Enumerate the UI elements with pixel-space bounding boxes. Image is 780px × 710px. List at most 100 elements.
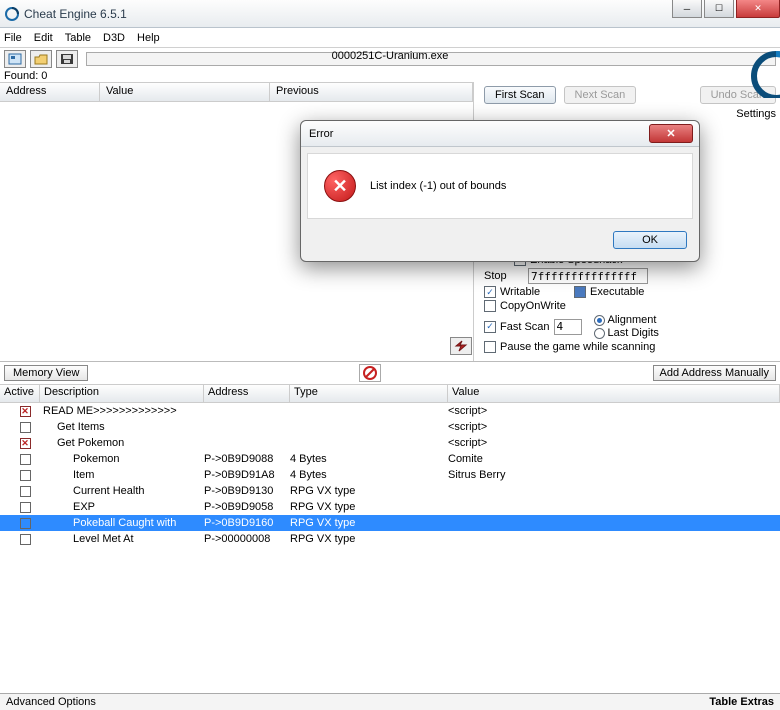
active-checkbox-x[interactable]: ✕ — [20, 406, 31, 417]
executable-label: Executable — [590, 286, 644, 298]
table-extras[interactable]: Table Extras — [709, 696, 774, 708]
row-type: 4 Bytes — [290, 469, 448, 481]
app-icon — [4, 6, 20, 22]
menu-table[interactable]: Table — [65, 32, 91, 44]
table-row[interactable]: ✕ Get Pokemon <script> — [0, 435, 780, 451]
window-title: Cheat Engine 6.5.1 — [24, 7, 776, 21]
table-row[interactable]: EXP P->0B9D9058RPG VX type — [0, 499, 780, 515]
maximize-button[interactable]: ☐ — [704, 0, 734, 18]
hdr-type[interactable]: Type — [290, 385, 448, 402]
menu-file[interactable]: File — [4, 32, 22, 44]
next-scan-button[interactable]: Next Scan — [564, 86, 637, 104]
error-icon: ✕ — [324, 170, 356, 202]
cow-label: CopyOnWrite — [500, 300, 566, 312]
row-address: P->0B9D91A8 — [204, 469, 290, 481]
add-address-button[interactable]: Add Address Manually — [653, 365, 776, 381]
active-checkbox-x[interactable]: ✕ — [20, 438, 31, 449]
alignment-radio[interactable] — [594, 315, 605, 326]
row-description: Item — [73, 469, 94, 481]
first-scan-button[interactable]: First Scan — [484, 86, 556, 104]
table-row[interactable]: Get Items <script> — [0, 419, 780, 435]
dialog-close-button[interactable]: ✕ — [649, 124, 693, 143]
status-footer: Advanced Options Table Extras — [0, 693, 780, 710]
row-description: Level Met At — [73, 533, 134, 545]
fastscan-checkbox[interactable]: ✓ — [484, 321, 496, 333]
stop-label: Stop — [484, 270, 524, 282]
executable-checkbox[interactable] — [574, 286, 586, 298]
row-value: Comite — [448, 453, 780, 465]
menu-edit[interactable]: Edit — [34, 32, 53, 44]
error-dialog: Error ✕ ✕ List index (-1) out of bounds … — [300, 120, 700, 262]
menu-d3d[interactable]: D3D — [103, 32, 125, 44]
active-checkbox[interactable] — [20, 422, 31, 433]
window-buttons: ─ ☐ ✕ — [672, 0, 780, 18]
table-row[interactable]: ✕READ ME>>>>>>>>>>>>><script> — [0, 403, 780, 419]
active-checkbox[interactable] — [20, 486, 31, 497]
active-checkbox[interactable] — [20, 518, 31, 529]
col-previous[interactable]: Previous — [270, 83, 473, 101]
process-bar — [86, 52, 776, 66]
row-description: EXP — [73, 501, 95, 513]
row-type: 4 Bytes — [290, 453, 448, 465]
row-type: RPG VX type — [290, 517, 448, 529]
toolbar — [0, 48, 780, 70]
menu-help[interactable]: Help — [137, 32, 160, 44]
row-description: Get Items — [57, 421, 105, 433]
row-address: P->0B9D9160 — [204, 517, 290, 529]
table-row[interactable]: Level Met At P->00000008RPG VX type — [0, 531, 780, 547]
active-checkbox[interactable] — [20, 534, 31, 545]
cow-checkbox[interactable] — [484, 300, 496, 312]
advanced-options[interactable]: Advanced Options — [6, 696, 96, 708]
settings-link[interactable]: Settings — [484, 108, 776, 120]
writable-checkbox[interactable]: ✓ — [484, 286, 496, 298]
row-description: Current Health — [73, 485, 145, 497]
col-address[interactable]: Address — [0, 83, 100, 101]
memory-view-button[interactable]: Memory View — [4, 365, 88, 381]
row-type: RPG VX type — [290, 533, 448, 545]
row-type: RPG VX type — [290, 501, 448, 513]
row-value: <script> — [448, 437, 780, 449]
menu-bar: File Edit Table D3D Help — [0, 28, 780, 48]
hdr-desc[interactable]: Description — [40, 385, 204, 402]
undo-scan-button[interactable]: Undo Scan — [700, 86, 776, 104]
hdr-addr[interactable]: Address — [204, 385, 290, 402]
table-row[interactable]: PokemonP->0B9D90884 BytesComite — [0, 451, 780, 467]
close-button[interactable]: ✕ — [736, 0, 780, 18]
table-row[interactable]: Current Health P->0B9D9130RPG VX type — [0, 483, 780, 499]
open-process-button[interactable] — [4, 50, 26, 68]
lastdigits-radio[interactable] — [594, 328, 605, 339]
table-row[interactable]: Pokeball Caught withP->0B9D9160RPG VX ty… — [0, 515, 780, 531]
stop-input[interactable] — [528, 268, 648, 284]
mid-footer: Memory View Add Address Manually — [0, 362, 780, 385]
pause-checkbox[interactable] — [484, 341, 496, 353]
results-columns: Address Value Previous — [0, 82, 473, 102]
speedhack-icon-button[interactable] — [450, 337, 472, 355]
cheat-list[interactable]: ✕READ ME>>>>>>>>>>>>><script> Get Items <s… — [0, 403, 780, 623]
hdr-active[interactable]: Active — [0, 385, 40, 402]
active-checkbox[interactable] — [20, 454, 31, 465]
active-checkbox[interactable] — [20, 502, 31, 513]
writable-label: Writable — [500, 286, 570, 298]
clear-list-button[interactable] — [359, 364, 381, 382]
cheat-list-header: Active Description Address Type Value — [0, 385, 780, 403]
dialog-titlebar[interactable]: Error ✕ — [301, 121, 699, 147]
row-address: P->0B9D9058 — [204, 501, 290, 513]
title-bar: Cheat Engine 6.5.1 — [0, 0, 780, 28]
minimize-button[interactable]: ─ — [672, 0, 702, 18]
row-value: <script> — [448, 421, 780, 433]
open-file-button[interactable] — [30, 50, 52, 68]
row-address: P->00000008 — [204, 533, 290, 545]
found-label: Found: 0 — [0, 70, 780, 82]
save-button[interactable] — [56, 50, 78, 68]
row-address: P->0B9D9130 — [204, 485, 290, 497]
active-checkbox[interactable] — [20, 470, 31, 481]
col-value[interactable]: Value — [100, 83, 270, 101]
row-value: <script> — [448, 405, 780, 417]
fastscan-input[interactable] — [554, 319, 582, 335]
row-type: RPG VX type — [290, 485, 448, 497]
fastscan-label: Fast Scan — [500, 321, 550, 333]
table-row[interactable]: ItemP->0B9D91A84 BytesSitrus Berry — [0, 467, 780, 483]
row-description: Get Pokemon — [57, 437, 124, 449]
hdr-val[interactable]: Value — [448, 385, 780, 402]
dialog-ok-button[interactable]: OK — [613, 231, 687, 249]
